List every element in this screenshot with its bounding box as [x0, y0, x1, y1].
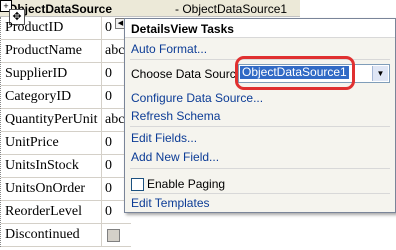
field-name: ProductID	[5, 17, 102, 39]
tasks-header: DetailsView Tasks	[125, 19, 395, 38]
field-row: Discontinued	[1, 224, 131, 247]
configure-data-source-link[interactable]: Configure Data Source...	[131, 91, 263, 105]
edit-templates-link[interactable]: Edit Templates	[131, 196, 210, 210]
enable-paging-checkbox[interactable]	[131, 178, 144, 191]
field-name: SupplierID	[5, 63, 102, 85]
field-row: QuantityPerUnit abc	[1, 109, 131, 132]
refresh-schema-link[interactable]: Refresh Schema	[131, 109, 220, 123]
field-row: ProductID 0	[1, 17, 131, 40]
enable-paging-label: Enable Paging	[147, 177, 226, 191]
dropdown-arrow-icon[interactable]: ▼	[372, 66, 388, 81]
field-name: UnitsInStock	[5, 155, 102, 177]
field-row: SupplierID 0	[1, 63, 131, 86]
separator	[130, 193, 390, 194]
add-new-field-link[interactable]: Add New Field...	[131, 150, 219, 164]
choose-data-source-label: Choose Data Source:	[131, 67, 246, 81]
field-row: ReorderLevel 0	[1, 201, 131, 224]
detailsview-grid: ProductID 0 ProductName abc SupplierID 0…	[0, 17, 131, 247]
separator	[130, 59, 390, 60]
field-row: UnitsInStock 0	[1, 155, 131, 178]
field-name: CategoryID	[5, 86, 102, 108]
field-name: Discontinued	[5, 224, 102, 246]
field-name: QuantityPerUnit	[5, 109, 102, 131]
field-name: ProductName	[5, 40, 102, 62]
separator	[130, 126, 390, 127]
field-name: UnitPrice	[5, 132, 102, 154]
auto-format-link[interactable]: Auto Format...	[131, 42, 207, 56]
field-row: ProductName abc	[1, 40, 131, 63]
tasks-title: DetailsView Tasks	[131, 22, 234, 36]
field-name: ReorderLevel	[5, 201, 102, 223]
control-id-label: - ObjectDataSource1	[175, 2, 288, 16]
field-row: UnitsOnOrder 0	[1, 178, 131, 201]
control-caption: ObjectDataSource - ObjectDataSource1	[0, 0, 300, 17]
discontinued-checkbox	[107, 229, 120, 242]
edit-fields-link[interactable]: Edit Fields...	[131, 131, 197, 145]
data-source-dropdown[interactable]: ObjectDataSource1 ▼	[238, 64, 390, 83]
data-source-selected: ObjectDataSource1	[240, 65, 349, 79]
field-name: UnitsOnOrder	[5, 178, 102, 200]
field-row: CategoryID 0	[1, 86, 131, 109]
detailsview-tasks-panel: DetailsView Tasks Auto Format... Choose …	[124, 18, 396, 213]
separator	[130, 168, 390, 169]
field-row: UnitPrice 0	[1, 132, 131, 155]
